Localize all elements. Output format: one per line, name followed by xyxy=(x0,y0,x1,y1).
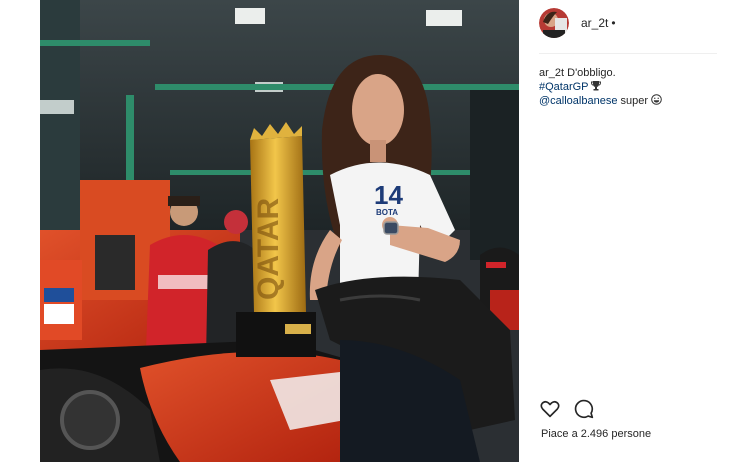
follow-dot: • xyxy=(611,16,616,30)
trophy-engraving: QATAR xyxy=(252,197,285,300)
heart-icon xyxy=(540,400,560,418)
caption-author[interactable]: ar_2t xyxy=(539,67,564,79)
caption-text: D'obbligo. xyxy=(567,67,616,79)
hashtag-link[interactable]: #QatarGP xyxy=(539,81,589,93)
avatar[interactable] xyxy=(539,8,569,38)
caption: ar_2t D'obbligo. #QatarGP @calloalbanese… xyxy=(539,66,729,108)
action-bar xyxy=(539,398,595,420)
trophy-icon xyxy=(590,81,601,91)
post-image[interactable]: QATAR 14 BOTA xyxy=(40,0,519,462)
post-header: ar_2t • xyxy=(539,6,719,40)
comment-icon xyxy=(574,399,594,419)
post-photo: QATAR 14 BOTA xyxy=(40,0,519,462)
like-button[interactable] xyxy=(539,398,561,420)
grinning-face-icon xyxy=(651,94,662,105)
username-link[interactable]: ar_2t xyxy=(581,16,608,30)
caption-line-3: @calloalbanese super xyxy=(539,94,729,108)
jersey-number: 14 xyxy=(374,180,403,210)
likes-count[interactable]: Piace a 2.496 persone xyxy=(541,428,651,440)
caption-mention-suffix: super xyxy=(620,95,649,107)
jersey-text: BOTA xyxy=(376,208,398,217)
mention-link[interactable]: @calloalbanese xyxy=(539,95,617,107)
caption-line-2: #QatarGP xyxy=(539,80,729,94)
divider xyxy=(539,53,717,54)
post-sidebar: ar_2t • ar_2t D'obbligo. #QatarGP @callo… xyxy=(519,0,738,462)
caption-line-1: ar_2t D'obbligo. xyxy=(539,66,729,80)
comment-button[interactable] xyxy=(573,398,595,420)
